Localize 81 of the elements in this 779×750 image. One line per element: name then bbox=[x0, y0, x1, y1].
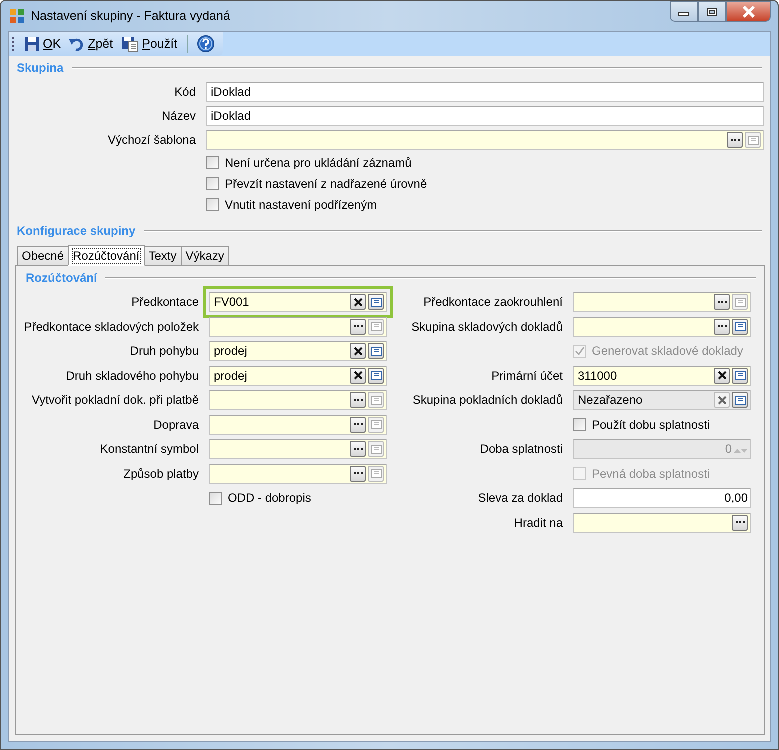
field-label: Primární účet bbox=[490, 368, 563, 383]
field-label: Způsob platby bbox=[122, 466, 199, 481]
field-label: Předkontace zaokrouhlení bbox=[422, 295, 563, 310]
field-label: Skupina pokladních dokladů bbox=[412, 393, 563, 408]
lookup-field[interactable] bbox=[209, 464, 387, 484]
text-field[interactable]: iDoklad bbox=[206, 82, 764, 102]
ellipsis-icon[interactable] bbox=[714, 318, 730, 335]
field-label: Kód bbox=[174, 85, 196, 99]
checkbox[interactable] bbox=[206, 156, 219, 169]
lookup-field[interactable] bbox=[573, 316, 751, 337]
ellipsis-icon[interactable] bbox=[350, 392, 366, 408]
field-label: Vytvořit pokladní dok. při platbě bbox=[31, 393, 199, 408]
lookup-field[interactable]: prodej bbox=[209, 366, 387, 386]
section-title: Rozúčtování bbox=[26, 271, 98, 285]
checkbox-label[interactable]: Vnutit nastavení podřízeným bbox=[225, 198, 378, 212]
checkbox-label[interactable]: Převzít nastavení z nadřazené úrovně bbox=[225, 176, 428, 190]
field-label: Doprava bbox=[152, 418, 199, 432]
app-icon bbox=[9, 8, 25, 24]
minimize-button[interactable] bbox=[670, 1, 698, 22]
lookup-field[interactable]: 311000 bbox=[573, 366, 751, 386]
lookup-field[interactable] bbox=[209, 414, 387, 435]
window-title: Nastavení skupiny - Faktura vydaná bbox=[31, 9, 230, 23]
tab[interactable]: Rozúčtování bbox=[68, 245, 145, 266]
lookup-field[interactable]: prodej bbox=[209, 341, 387, 362]
ellipsis-icon[interactable] bbox=[714, 294, 730, 310]
checkbox[interactable] bbox=[206, 198, 219, 211]
detail-icon[interactable] bbox=[732, 368, 748, 384]
lookup-field[interactable] bbox=[209, 439, 387, 460]
field-label: Druh pohybu bbox=[129, 344, 199, 358]
text-field[interactable]: iDoklad bbox=[206, 106, 764, 126]
save-button[interactable]: OK bbox=[22, 33, 64, 55]
lookup-field[interactable] bbox=[209, 390, 387, 410]
lookup-field[interactable]: FV001 bbox=[209, 292, 387, 312]
close-button[interactable] bbox=[726, 1, 771, 22]
ellipsis-icon[interactable] bbox=[350, 318, 366, 335]
field-label: Sleva za doklad bbox=[477, 491, 563, 506]
tab[interactable]: Texty bbox=[144, 246, 182, 265]
lookup-field[interactable] bbox=[206, 130, 764, 150]
clear-icon[interactable] bbox=[350, 343, 366, 360]
detail-icon[interactable] bbox=[368, 368, 384, 384]
maximize-icon[interactable] bbox=[706, 6, 718, 16]
field-label: Konstantní symbol bbox=[99, 442, 199, 456]
field-label: Předkontace skladových položek bbox=[23, 320, 199, 334]
field-label: Doba splatnosti bbox=[479, 442, 563, 456]
field-label: Skupina skladových dokladů bbox=[410, 320, 563, 334]
tab[interactable]: Obecné bbox=[17, 246, 70, 265]
field-label: Hradit na bbox=[513, 516, 563, 530]
detail-icon[interactable] bbox=[732, 318, 748, 335]
checkbox[interactable] bbox=[206, 177, 219, 190]
ellipsis-icon[interactable] bbox=[350, 466, 366, 482]
checkbox[interactable] bbox=[573, 418, 586, 432]
undo-button[interactable]: Zpět bbox=[67, 33, 116, 55]
field-label: Výchozí šablona bbox=[106, 133, 196, 147]
ellipsis-icon[interactable] bbox=[350, 416, 366, 433]
checkbox-label[interactable]: ODD - dobropis bbox=[228, 491, 312, 506]
checkbox[interactable] bbox=[209, 492, 222, 505]
lookup-field[interactable] bbox=[209, 316, 387, 337]
clear-icon[interactable] bbox=[714, 368, 730, 384]
undo-icon[interactable] bbox=[69, 36, 86, 52]
lookup-field[interactable] bbox=[573, 292, 751, 312]
field-label: Druh skladového pohybu bbox=[65, 368, 199, 383]
floppy-document-icon[interactable] bbox=[121, 36, 140, 52]
tab[interactable]: Výkazy bbox=[180, 246, 230, 265]
close-icon[interactable] bbox=[742, 6, 756, 18]
maximize-button[interactable] bbox=[698, 1, 726, 22]
detail-icon[interactable] bbox=[368, 343, 384, 360]
section-title: Skupina bbox=[17, 61, 64, 75]
clear-icon[interactable] bbox=[350, 368, 366, 384]
lookup-field[interactable] bbox=[573, 512, 751, 533]
detail-icon[interactable] bbox=[368, 294, 384, 310]
apply-button[interactable]: Použít bbox=[119, 33, 180, 55]
ellipsis-icon[interactable] bbox=[350, 441, 366, 458]
clear-icon[interactable] bbox=[350, 294, 366, 310]
ellipsis-icon[interactable] bbox=[727, 132, 743, 148]
section-title: Konfigurace skupiny bbox=[17, 224, 136, 238]
ellipsis-icon[interactable] bbox=[732, 514, 748, 531]
checkbox-label[interactable]: Není určena pro ukládání záznamů bbox=[225, 156, 412, 170]
number-field[interactable]: 0,00 bbox=[573, 488, 751, 508]
field-label: Předkontace bbox=[130, 295, 199, 310]
checkbox-label[interactable]: Použít dobu splatnosti bbox=[592, 418, 710, 432]
field-label: Název bbox=[160, 109, 196, 123]
